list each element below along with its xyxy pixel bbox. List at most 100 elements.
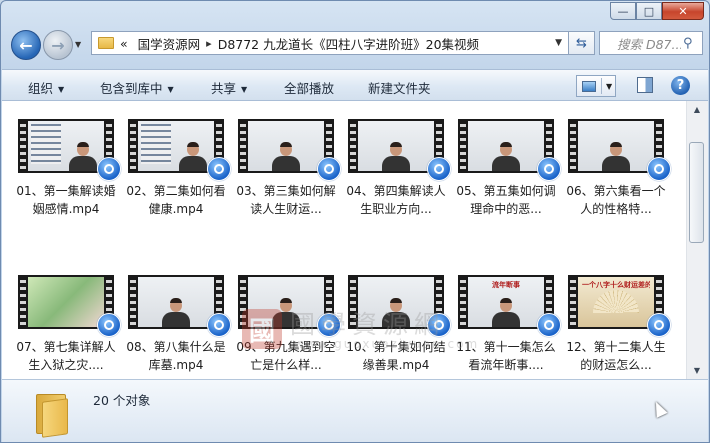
fan-icon [593,290,639,313]
video-frame: 流年断事 [468,277,544,327]
file-item[interactable]: 02、第二集如何看健康.mp4 [124,119,231,218]
preview-pane-icon[interactable] [637,77,653,93]
video-frame [358,277,434,327]
video-frame [468,121,544,171]
file-item[interactable]: 04、第四集解读人生职业方向... [344,119,451,218]
scroll-up-icon[interactable]: ▲ [687,101,707,118]
share-label: 共享 [211,81,237,96]
chevron-down-icon: ▼ [167,85,174,94]
video-thumbnail [18,119,121,181]
file-name: 05、第五集如何调理命中的恶... [456,184,556,216]
file-item[interactable]: 一个八字十么财运差的 12、第十二集人生的财运怎么... [564,275,671,374]
play-all-button[interactable]: 全部播放 [284,78,334,97]
file-name: 06、第六集看一个人的性格特... [566,184,666,216]
file-name: 02、第二集如何看健康.mp4 [126,184,226,216]
media-player-icon [97,157,121,181]
details-pane: 20 个对象 [2,379,708,442]
file-item[interactable]: 06、第六集看一个人的性格特... [564,119,671,218]
file-item[interactable]: 03、第三集如何解读人生财运... [234,119,341,218]
video-thumbnail [238,119,341,181]
recent-pages-dropdown-icon[interactable]: ▼ [75,40,81,49]
video-thumbnail [568,119,671,181]
share-menu[interactable]: 共享 ▼ [211,78,247,97]
file-name: 01、第一集解读婚姻感情.mp4 [16,184,116,216]
explorer-window: — □ ✕ ← → ▼ « 国学资源网 ▸ D8772 九龙道长《四柱八字进阶班… [0,0,710,443]
chevron-down-icon[interactable]: ▼ [606,82,612,91]
file-name: 10、第十集如何结缘善果.mp4 [346,340,446,372]
file-name: 09、第九集遇到空亡是什么样... [236,340,336,372]
new-folder-button[interactable]: 新建文件夹 [368,78,431,97]
video-frame [138,277,214,327]
media-player-icon [427,313,451,337]
media-player-icon [317,157,341,181]
organize-label: 组织 [28,81,54,96]
file-name: 12、第十二集人生的财运怎么... [566,340,666,372]
breadcrumb-separator-icon[interactable]: ▸ [206,37,212,50]
address-bar[interactable]: « 国学资源网 ▸ D8772 九龙道长《四柱八字进阶班》20集视频 ▼ [91,31,569,55]
file-list-view[interactable]: 01、第一集解读婚姻感情.mp4 02、第二集如何看健康.mp4 03、第三集如何解… [2,101,686,379]
breadcrumb-root[interactable]: 国学资源网 [138,34,201,53]
scrollbar-thumb[interactable] [689,142,704,243]
command-bar: 组织 ▼ 包含到库中 ▼ 共享 ▼ 全部播放 新建文件夹 ▼ ? [2,69,708,101]
chevron-down-icon: ▼ [241,85,248,94]
file-item[interactable]: 09、第九集遇到空亡是什么样... [234,275,341,374]
video-frame [28,277,104,327]
divider [601,78,602,94]
video-thumbnail [348,119,451,181]
forward-arrow-icon[interactable]: → [43,30,73,60]
file-name: 04、第四集解读人生职业方向... [346,184,446,216]
video-frame: 一个八字十么财运差的 [578,277,654,327]
video-thumbnail [458,119,561,181]
media-player-icon [537,157,561,181]
address-prefix[interactable]: « [120,36,128,51]
caption-buttons: — □ ✕ [610,2,704,20]
organize-menu[interactable]: 组织 ▼ [28,78,64,97]
folder-icon [98,37,114,49]
navigation-bar: ← → ▼ « 国学资源网 ▸ D8772 九龙道长《四柱八字进阶班》20集视频… [9,26,703,62]
file-item[interactable]: 08、第八集什么是库墓.mp4 [124,275,231,374]
file-item[interactable]: 10、第十集如何结缘善果.mp4 [344,275,451,374]
item-count: 20 个对象 [93,393,151,408]
media-player-icon [207,157,231,181]
file-item[interactable]: 07、第七集详解人生入狱之灾.... [14,275,121,374]
search-input[interactable]: 搜索 D87... ⚲ [599,31,703,55]
scroll-down-icon[interactable]: ▼ [687,362,707,379]
video-frame [138,121,214,171]
video-thumbnail [348,275,451,337]
search-icon[interactable]: ⚲ [683,36,693,51]
media-player-icon [647,313,671,337]
video-thumbnail [128,275,231,337]
file-name: 11、第十一集怎么看流年断事.... [456,340,556,372]
large-icons-view-icon [582,80,596,92]
video-thumbnail: 一个八字十么财运差的 [568,275,671,337]
back-arrow-icon[interactable]: ← [11,30,41,60]
refresh-icon[interactable]: ⇆ [569,31,595,55]
file-item[interactable]: 流年断事 11、第十一集怎么看流年断事.... [454,275,561,374]
include-in-library-label: 包含到库中 [100,81,163,96]
minimize-button[interactable]: — [610,2,636,20]
video-thumbnail: 流年断事 [458,275,561,337]
close-button[interactable]: ✕ [662,2,704,20]
file-item[interactable]: 05、第五集如何调理命中的恶... [454,119,561,218]
media-player-icon [317,313,341,337]
help-icon[interactable]: ? [671,76,690,95]
maximize-button[interactable]: □ [636,2,662,20]
breadcrumb-current[interactable]: D8772 九龙道长《四柱八字进阶班》20集视频 [218,34,479,53]
media-player-icon [647,157,671,181]
video-thumbnail [18,275,121,337]
vertical-scrollbar[interactable]: ▲ ▼ [686,101,708,379]
video-frame [358,121,434,171]
search-placeholder: 搜索 D87... [617,36,681,52]
media-player-icon [427,157,451,181]
chevron-down-icon: ▼ [58,85,65,94]
media-player-icon [97,313,121,337]
video-frame [28,121,104,171]
thumbnail-title: 一个八字十么财运差的 [582,281,650,289]
file-item[interactable]: 01、第一集解读婚姻感情.mp4 [14,119,121,218]
change-view-button[interactable]: ▼ [576,75,616,97]
file-name: 07、第七集详解人生入狱之灾.... [16,340,116,372]
include-in-library-menu[interactable]: 包含到库中 ▼ [100,78,174,97]
address-dropdown-icon[interactable]: ▼ [555,38,562,48]
media-player-icon [537,313,561,337]
folder-icon [32,390,76,438]
